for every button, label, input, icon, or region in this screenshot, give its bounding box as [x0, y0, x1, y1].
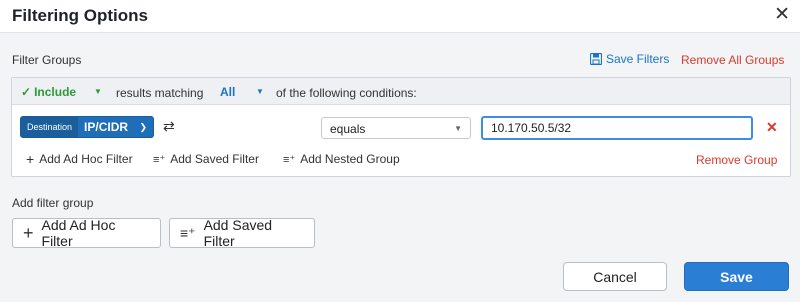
field-selector-button[interactable]: Destination IP/CIDR ❯	[20, 116, 154, 138]
add-saved-filter-button-label: Add Saved Filter	[203, 217, 273, 249]
list-add-icon: ≡⁺	[180, 224, 196, 241]
field-tag: Destination	[21, 117, 79, 137]
save-button[interactable]: Save	[684, 262, 789, 291]
include-dropdown[interactable]: ✓ Include	[21, 85, 76, 99]
filtering-options-dialog: Filtering Options ✕ Filter Groups Save F…	[0, 0, 800, 302]
dialog-title: Filtering Options	[12, 6, 148, 25]
conditions-text: of the following conditions:	[276, 86, 417, 100]
swap-direction-icon[interactable]: ⇄	[163, 118, 175, 135]
list-add-icon: ≡⁺	[153, 153, 166, 166]
filter-group: ✓ Include ▼ results matching All ▼ of th…	[11, 77, 791, 177]
include-caret-icon[interactable]: ▼	[94, 87, 102, 96]
add-saved-filter-label: Add Saved Filter	[170, 152, 259, 166]
match-mode-dropdown[interactable]: All	[220, 85, 235, 99]
add-filter-group-label: Add filter group	[12, 196, 94, 210]
add-saved-filter-link[interactable]: ≡⁺ Add Saved Filter	[153, 152, 259, 166]
condition-value-input[interactable]	[481, 116, 753, 140]
save-icon	[590, 53, 602, 65]
remove-group-link[interactable]: Remove Group	[696, 153, 777, 167]
chevron-down-icon: ❯	[139, 121, 147, 132]
dialog-header: Filtering Options ✕	[0, 0, 800, 33]
plus-icon: +	[26, 151, 35, 167]
include-label: Include	[34, 85, 77, 99]
remove-condition-icon[interactable]: ✕	[766, 119, 778, 136]
filter-groups-label: Filter Groups	[12, 53, 82, 67]
cancel-button[interactable]: Cancel	[563, 262, 667, 291]
operator-value: equals	[330, 122, 366, 136]
add-nested-group-link[interactable]: ≡⁺ Add Nested Group	[283, 152, 400, 166]
list-add-icon: ≡⁺	[283, 153, 296, 166]
plus-icon: +	[23, 223, 34, 243]
add-saved-filter-button[interactable]: ≡⁺ Add Saved Filter	[169, 217, 315, 249]
match-mode-caret-icon[interactable]: ▼	[256, 87, 264, 96]
add-ad-hoc-filter-button-label: Add Ad Hoc Filter	[41, 217, 116, 249]
save-filters-label: Save Filters	[606, 52, 670, 66]
save-filters-link[interactable]: Save Filters	[590, 52, 669, 66]
close-icon[interactable]: ✕	[774, 4, 790, 26]
add-ad-hoc-filter-label: Add Ad Hoc Filter	[39, 152, 133, 166]
filter-group-header: ✓ Include ▼ results matching All ▼ of th…	[12, 78, 790, 105]
field-value: IP/CIDR	[84, 120, 129, 134]
results-matching-text: results matching	[116, 86, 204, 100]
operator-caret-icon: ▼	[454, 124, 462, 133]
operator-select[interactable]: equals ▼	[321, 117, 471, 139]
add-nested-group-label: Add Nested Group	[300, 152, 400, 166]
add-ad-hoc-filter-link[interactable]: + Add Ad Hoc Filter	[26, 152, 133, 166]
remove-all-groups-link[interactable]: Remove All Groups	[681, 53, 784, 67]
add-ad-hoc-filter-button[interactable]: + Add Ad Hoc Filter	[12, 217, 161, 249]
check-icon: ✓	[21, 85, 32, 99]
